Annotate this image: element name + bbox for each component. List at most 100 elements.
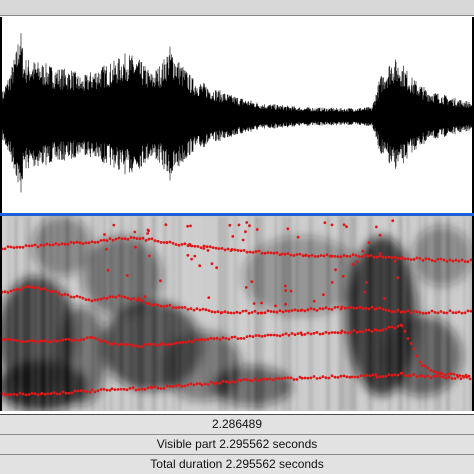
formant-dot bbox=[436, 311, 440, 315]
formant-dot bbox=[155, 344, 159, 347]
formant-dot bbox=[119, 387, 123, 391]
formant-dot bbox=[147, 237, 151, 241]
formant-dot bbox=[226, 247, 230, 251]
formant-dot bbox=[54, 290, 58, 293]
formant-dot bbox=[137, 388, 141, 391]
formant-dot bbox=[69, 295, 73, 299]
formant-dot bbox=[49, 392, 53, 395]
formant-dot bbox=[70, 339, 74, 343]
formant-dot bbox=[406, 257, 410, 261]
formant-dot bbox=[6, 393, 10, 397]
formant-dot bbox=[108, 237, 112, 240]
waveform-display bbox=[2, 33, 472, 193]
formant-dot bbox=[455, 373, 459, 377]
visible-part-bar[interactable]: Visible part 2.295562 seconds bbox=[0, 434, 474, 454]
formant-dot bbox=[207, 309, 211, 312]
formant-dot bbox=[330, 331, 334, 334]
formant-dot bbox=[370, 305, 374, 309]
formant-dot bbox=[300, 308, 304, 312]
formant-dot bbox=[418, 360, 422, 364]
formant-dot bbox=[293, 333, 297, 336]
formant-dot bbox=[375, 375, 379, 379]
formant-dot bbox=[90, 240, 94, 244]
formant-dot bbox=[393, 255, 397, 259]
formant-dot bbox=[150, 303, 154, 307]
formant-dot bbox=[378, 233, 382, 237]
formant-dot bbox=[230, 248, 234, 251]
formant-dot bbox=[196, 338, 200, 342]
formant-dot bbox=[327, 307, 331, 311]
formant-dot bbox=[400, 256, 404, 259]
formant-dot bbox=[114, 295, 118, 299]
formant-dot bbox=[209, 336, 213, 340]
formant-dot bbox=[296, 309, 300, 312]
formant-dot bbox=[189, 382, 193, 386]
spectrogram-panel[interactable] bbox=[0, 216, 474, 411]
formant-dot bbox=[200, 383, 204, 387]
formant-dot bbox=[198, 308, 202, 312]
formant-dot bbox=[283, 252, 287, 256]
formant-dot bbox=[159, 241, 163, 244]
formant-dot bbox=[280, 377, 284, 380]
formant-dot bbox=[233, 248, 237, 252]
formant-dot bbox=[253, 377, 257, 381]
formant-dot bbox=[206, 249, 210, 252]
formant-dot bbox=[346, 306, 350, 310]
formant-dot bbox=[365, 373, 369, 377]
formant-dot bbox=[72, 241, 76, 245]
formant-dot bbox=[400, 310, 404, 314]
formant-dot bbox=[146, 228, 150, 232]
formant-dot bbox=[144, 301, 148, 305]
formant-dot bbox=[427, 257, 431, 261]
formant-dot bbox=[312, 375, 316, 378]
cursor-time-bar[interactable]: 2.286489 bbox=[0, 414, 474, 434]
formant-dot bbox=[319, 254, 323, 257]
formant-dot bbox=[432, 370, 436, 373]
formant-dot bbox=[171, 385, 175, 388]
formant-dot bbox=[129, 297, 133, 301]
formant-dot bbox=[452, 372, 456, 376]
formant-dot bbox=[212, 382, 216, 386]
visible-part-label: Visible part 2.295562 seconds bbox=[156, 437, 318, 451]
formant-dot bbox=[123, 237, 127, 241]
formant-dot bbox=[364, 306, 368, 310]
total-duration-bar[interactable]: Total duration 2.295562 seconds bbox=[0, 454, 474, 474]
formant-dot bbox=[248, 224, 251, 228]
formant-dot bbox=[133, 230, 137, 234]
formant-dot bbox=[269, 251, 273, 255]
formant-dot bbox=[295, 378, 299, 381]
formant-dot bbox=[113, 341, 117, 345]
formant-dot bbox=[435, 371, 439, 375]
formant-dot bbox=[21, 286, 25, 290]
formant-dot bbox=[281, 333, 285, 337]
formant-dot bbox=[247, 311, 251, 315]
formant-dot bbox=[224, 337, 228, 340]
formant-dot bbox=[193, 338, 197, 342]
formant-dot bbox=[454, 311, 458, 315]
waveform-panel[interactable] bbox=[0, 17, 474, 214]
formant-dot bbox=[391, 219, 395, 223]
formant-dot bbox=[79, 338, 83, 342]
formant-dot bbox=[128, 343, 132, 346]
formant-dot bbox=[272, 251, 276, 255]
formant-dot bbox=[189, 307, 193, 310]
formant-dot bbox=[281, 310, 285, 314]
formant-dot bbox=[298, 252, 302, 256]
formant-dot bbox=[387, 255, 391, 259]
formant-dot bbox=[190, 340, 194, 344]
formant-dot bbox=[324, 376, 328, 380]
formant-dot bbox=[135, 237, 139, 240]
formant-dot bbox=[292, 378, 296, 381]
formant-dot bbox=[322, 293, 325, 296]
formant-dot bbox=[289, 289, 293, 293]
formant-dot bbox=[325, 253, 329, 256]
formant-dot bbox=[57, 292, 61, 296]
formant-dot bbox=[116, 388, 120, 391]
formant-dot bbox=[403, 330, 407, 333]
formant-dot bbox=[312, 299, 316, 303]
formant-dot bbox=[105, 247, 108, 251]
formant-dot bbox=[21, 392, 25, 396]
formant-dot bbox=[226, 311, 230, 314]
formant-dot bbox=[384, 256, 388, 259]
formant-dot bbox=[223, 310, 227, 314]
